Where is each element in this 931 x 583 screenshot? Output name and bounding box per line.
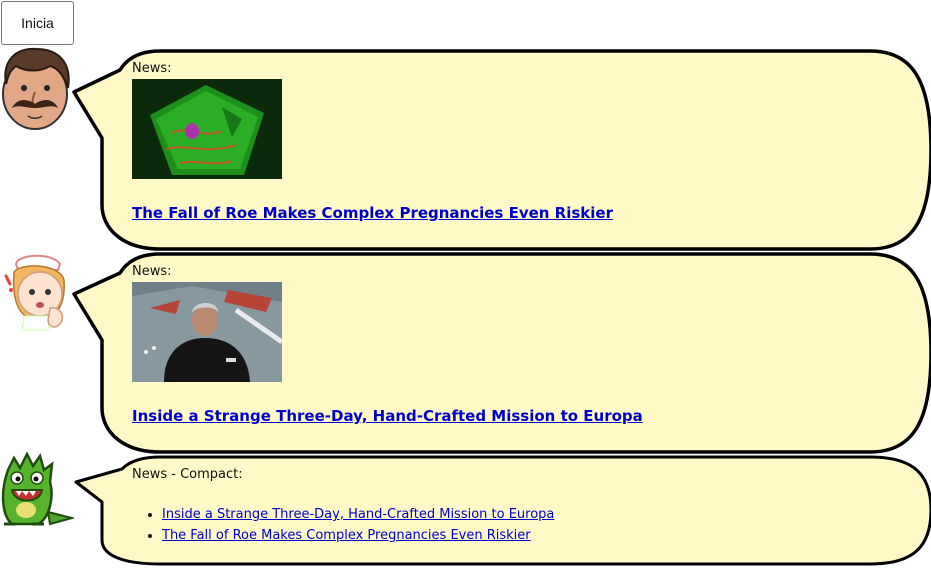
compact-link-fall-of-roe[interactable]: The Fall of Roe Makes Complex Pregnancie… bbox=[162, 528, 531, 543]
message-news-2: News: Inside a Strange Three-Day, Hand-C… bbox=[132, 265, 643, 425]
news-label: News: bbox=[132, 264, 172, 279]
news-link-europa-mission[interactable]: Inside a Strange Three-Day, Hand-Crafted… bbox=[132, 407, 643, 425]
man-mustache-avatar-icon bbox=[2, 47, 70, 130]
news-compact-label: News - Compact: bbox=[132, 467, 243, 482]
news-compact-list: Inside a Strange Three-Day, Hand-Crafted… bbox=[132, 504, 554, 546]
compact-link-europa-mission[interactable]: Inside a Strange Three-Day, Hand-Crafted… bbox=[162, 507, 554, 522]
news-thumbnail-scientist-photo bbox=[132, 282, 282, 382]
green-monster-avatar-icon bbox=[1, 452, 74, 526]
list-item: Inside a Strange Three-Day, Hand-Crafted… bbox=[162, 504, 554, 525]
nurse-avatar-icon bbox=[4, 254, 65, 331]
news-link-fall-of-roe[interactable]: The Fall of Roe Makes Complex Pregnancie… bbox=[132, 204, 613, 222]
list-item: The Fall of Roe Makes Complex Pregnancie… bbox=[162, 525, 554, 546]
message-news-1: News: The Fall of Roe Makes Complex Preg… bbox=[132, 62, 613, 222]
news-label: News: bbox=[132, 61, 172, 76]
news-thumbnail-ultrasound bbox=[132, 79, 282, 179]
message-news-compact: News - Compact: Inside a Strange Three-D… bbox=[132, 468, 554, 546]
